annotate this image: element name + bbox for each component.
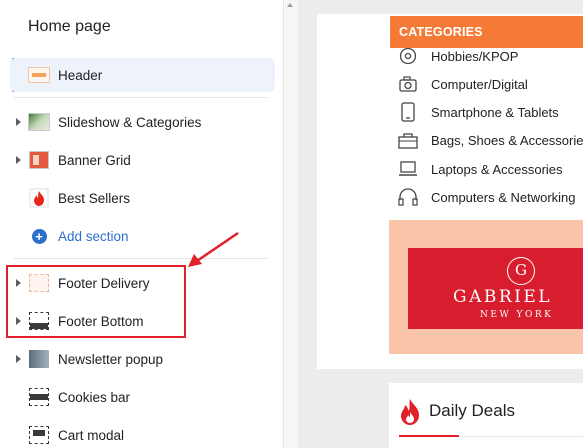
category-label: Smartphone & Tablets xyxy=(431,104,559,120)
headphones-icon xyxy=(398,188,418,206)
category-item[interactable]: Bags, Shoes & Accessories xyxy=(398,128,583,152)
section-label: Newsletter popup xyxy=(58,351,164,367)
category-label: Computers & Networking xyxy=(431,189,576,205)
category-item[interactable]: Hobbies/KPOP xyxy=(398,44,518,68)
brand-logo: G xyxy=(507,257,535,285)
section-label: Cart modal xyxy=(58,427,125,443)
plus-circle-icon: + xyxy=(28,226,50,246)
brand-name: GABRIEL xyxy=(453,287,553,307)
expand-caret-icon[interactable] xyxy=(10,156,26,164)
section-label: Banner Grid xyxy=(58,152,131,168)
annotation-arrow-icon xyxy=(188,231,239,267)
header-thumbnail-icon xyxy=(28,65,50,85)
slideshow-thumbnail-icon xyxy=(28,112,50,132)
highlight-box xyxy=(6,265,186,338)
panel-title: Home page xyxy=(28,18,111,35)
category-item[interactable]: Smartphone & Tablets xyxy=(398,100,559,124)
category-item[interactable]: Computers & Networking xyxy=(398,185,576,209)
brand-subtitle: NEW YORK xyxy=(480,310,554,320)
fire-thumbnail-icon xyxy=(28,188,50,208)
section-label: Header xyxy=(58,67,103,83)
section-label: Best Sellers xyxy=(58,190,131,206)
newsletter-thumbnail-icon xyxy=(28,349,50,369)
expand-caret-icon[interactable] xyxy=(10,118,26,126)
bag-icon xyxy=(398,131,418,149)
divider xyxy=(14,97,268,98)
smartphone-icon xyxy=(398,102,418,122)
title-underline xyxy=(399,435,459,437)
scroll-up-arrow-icon[interactable] xyxy=(287,3,293,7)
section-label: Slideshow & Categories xyxy=(58,114,202,130)
cookies-bar-thumbnail-icon xyxy=(28,387,50,407)
category-label: Hobbies/KPOP xyxy=(431,48,519,64)
banner-grid-thumbnail-icon xyxy=(28,150,50,170)
section-item-banner-grid[interactable]: Banner Grid xyxy=(10,143,274,177)
category-label: Computer/Digital xyxy=(431,76,528,92)
section-item-slideshow-categories[interactable]: Slideshow & Categories xyxy=(10,105,274,139)
daily-deals-title: Daily Deals xyxy=(429,401,515,420)
scrollbar[interactable] xyxy=(284,0,298,448)
category-label: Bags, Shoes & Accessories xyxy=(431,132,583,148)
section-item-header[interactable]: Header xyxy=(10,58,275,92)
section-item-best-sellers[interactable]: Best Sellers xyxy=(10,181,274,215)
section-item-newsletter-popup[interactable]: Newsletter popup xyxy=(10,342,274,376)
cart-modal-thumbnail-icon xyxy=(28,425,50,445)
category-item[interactable]: Computer/Digital xyxy=(398,72,528,96)
add-section-label: Add section xyxy=(58,228,129,244)
fire-icon xyxy=(401,399,419,425)
expand-caret-icon[interactable] xyxy=(10,355,26,363)
section-item-cart-modal[interactable]: Cart modal xyxy=(10,418,274,448)
category-item[interactable]: Laptops & Accessories xyxy=(398,157,563,181)
divider xyxy=(459,436,583,437)
section-label: Cookies bar xyxy=(58,389,131,405)
vinyl-icon xyxy=(398,47,418,65)
camera-icon xyxy=(398,75,418,93)
laptop-icon xyxy=(398,160,418,178)
section-item-cookies-bar[interactable]: Cookies bar xyxy=(10,380,274,414)
category-label: Laptops & Accessories xyxy=(431,161,563,177)
